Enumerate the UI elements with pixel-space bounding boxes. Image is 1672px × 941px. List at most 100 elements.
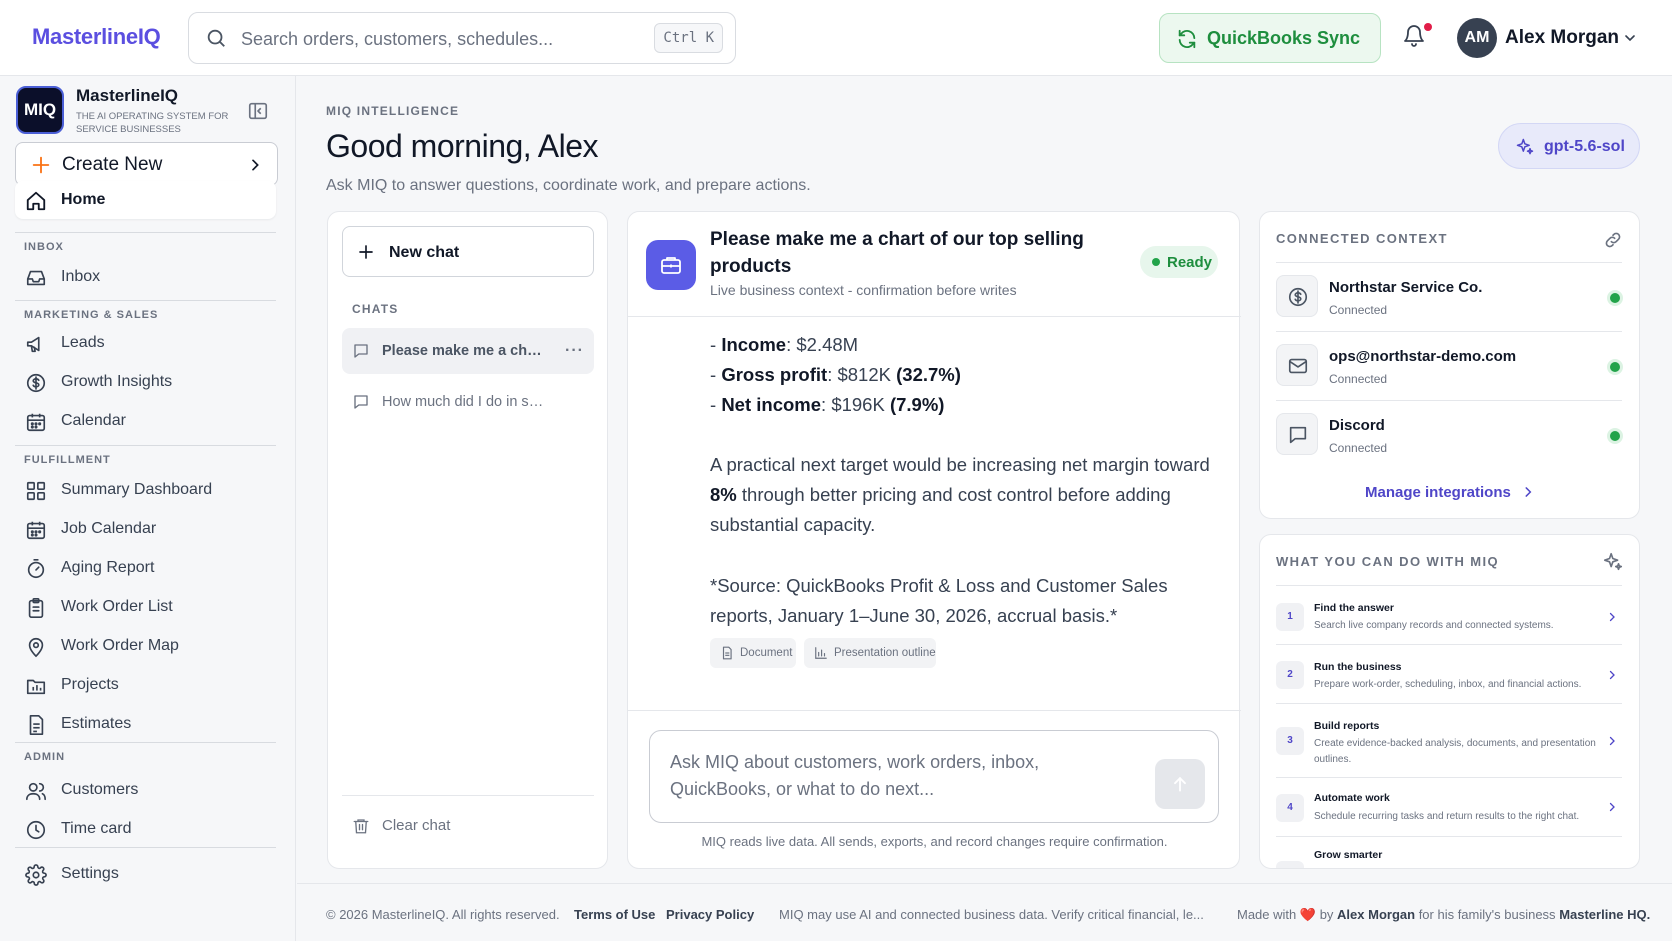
- stopwatch-icon: [25, 558, 47, 580]
- context-item-northstar[interactable]: Northstar Service Co. Connected: [1276, 262, 1622, 331]
- chat-list-item[interactable]: Please make me a chart of our top sellin…: [342, 328, 594, 374]
- calendar-icon: [25, 519, 47, 541]
- chevron-right-icon: [1606, 734, 1618, 748]
- sidebar-item-growth-insights[interactable]: Growth Insights: [15, 363, 276, 401]
- sidebar-item-label: Summary Dashboard: [61, 481, 213, 498]
- clock-icon: [25, 819, 47, 841]
- capabilities-heading: WHAT YOU CAN DO WITH MIQ: [1276, 554, 1500, 569]
- sidebar-item-label: Aging Report: [61, 559, 155, 576]
- sidebar: MIQ MasterlineIQ The AI operating system…: [0, 76, 296, 941]
- new-chat-button[interactable]: New chat: [342, 226, 594, 277]
- plus-icon: [30, 154, 52, 176]
- conversation-panel: Please make me a chart of our top sellin…: [627, 211, 1241, 869]
- sidebar-item-home[interactable]: Home: [15, 181, 276, 219]
- chat-title: Please make me a chart of our top sellin…: [382, 343, 547, 359]
- app-logo[interactable]: MasterlineIQ: [32, 24, 161, 50]
- clipboard-icon: [25, 597, 47, 619]
- divider: [342, 795, 594, 796]
- sidebar-item-calendar[interactable]: Calendar: [15, 402, 276, 440]
- attachment-label: Document: [740, 647, 793, 659]
- context-item-status: Connected: [1329, 372, 1388, 386]
- trash-icon: [352, 816, 370, 836]
- brand-logo[interactable]: MIQ: [16, 86, 64, 134]
- chevron-down-icon[interactable]: [1622, 30, 1638, 46]
- global-search-input[interactable]: Search orders, customers, schedules... C…: [188, 12, 736, 64]
- quickbooks-sync-button[interactable]: QuickBooks Sync: [1159, 13, 1381, 63]
- mail-icon: [1276, 344, 1318, 386]
- sidebar-item-label: Inbox: [61, 268, 101, 285]
- plus-icon: [357, 243, 375, 261]
- users-icon: [25, 780, 47, 802]
- capability-item[interactable]: 2 Run the business Prepare work-order, s…: [1276, 644, 1622, 703]
- attachment-presentation-outline[interactable]: Presentation outline: [804, 638, 936, 668]
- privacy-link[interactable]: Privacy Policy: [666, 907, 754, 922]
- sidebar-item-label: Work Order Map: [61, 637, 179, 654]
- notifications-bell-icon[interactable]: [1402, 23, 1426, 49]
- create-new-button[interactable]: Create New: [15, 142, 278, 186]
- context-item-status: Connected: [1329, 303, 1388, 317]
- message-paragraph: A practical next target would be increas…: [710, 450, 1210, 540]
- terms-link[interactable]: Terms of Use: [574, 907, 655, 922]
- context-item-discord[interactable]: Discord Connected: [1276, 400, 1622, 469]
- footer-ai-notice: MIQ may use AI and connected business da…: [779, 907, 1204, 922]
- divider: [628, 710, 1241, 711]
- attachment-document[interactable]: Document: [710, 638, 796, 668]
- sidebar-item-summary-dashboard[interactable]: Summary Dashboard: [15, 471, 276, 509]
- megaphone-icon: [25, 333, 47, 355]
- message-input-placeholder: Ask MIQ about customers, work orders, in…: [670, 752, 1040, 799]
- document-icon: [25, 714, 47, 736]
- capability-title: Automate work: [1314, 792, 1390, 804]
- capability-item[interactable]: 4 Automate work Schedule recurring tasks…: [1276, 777, 1622, 836]
- capability-number: 4: [1276, 794, 1304, 822]
- sidebar-item-customers[interactable]: Customers: [15, 771, 276, 809]
- message-input[interactable]: Ask MIQ about customers, work orders, in…: [649, 730, 1219, 823]
- status-label: Ready: [1167, 254, 1213, 271]
- map-pin-icon: [25, 636, 47, 658]
- chat-list-item[interactable]: How much did I do in sales this year?: [342, 379, 594, 425]
- sidebar-item-job-calendar[interactable]: Job Calendar: [15, 510, 276, 548]
- capability-title: Find the answer: [1314, 602, 1394, 614]
- sidebar-item-projects[interactable]: Projects: [15, 666, 276, 704]
- user-name[interactable]: Alex Morgan: [1505, 27, 1619, 49]
- connected-indicator: [1610, 362, 1620, 372]
- sidebar-item-label: Customers: [61, 781, 139, 798]
- clear-chat-label: Clear chat: [382, 817, 451, 834]
- more-options-icon[interactable]: ···: [565, 342, 584, 360]
- grid-icon: [25, 480, 47, 502]
- sidebar-item-work-order-list[interactable]: Work Order List: [15, 588, 276, 626]
- sidebar-item-label: Calendar: [61, 412, 126, 429]
- income-value: $2.48M: [796, 334, 859, 355]
- capability-item[interactable]: 1 Find the answer Search live company re…: [1276, 585, 1622, 644]
- create-new-label: Create New: [62, 154, 163, 175]
- gross-value: $812K: [837, 364, 891, 385]
- top-bar: MasterlineIQ Search orders, customers, s…: [0, 0, 1672, 76]
- sidebar-item-label: Projects: [61, 676, 119, 693]
- capability-item[interactable]: 5 Grow smarter: [1276, 836, 1622, 868]
- sidebar-item-work-order-map[interactable]: Work Order Map: [15, 627, 276, 665]
- sidebar-item-label: Settings: [61, 865, 119, 882]
- sidebar-item-leads[interactable]: Leads: [15, 324, 276, 362]
- model-selector-button[interactable]: gpt-5.6-sol: [1498, 123, 1640, 169]
- sidebar-item-settings[interactable]: Settings: [15, 855, 276, 893]
- send-button[interactable]: [1155, 759, 1205, 809]
- capability-title: Grow smarter: [1314, 849, 1383, 861]
- sidebar-item-inbox[interactable]: Inbox: [15, 258, 276, 296]
- nav-divider: [15, 742, 276, 743]
- user-avatar[interactable]: AM: [1457, 18, 1497, 58]
- capability-item[interactable]: 3 Build reports Create evidence-backed a…: [1276, 703, 1622, 777]
- link-icon[interactable]: [1603, 230, 1623, 250]
- capability-desc: Prepare work-order, scheduling, inbox, a…: [1314, 679, 1582, 690]
- context-item-name: Northstar Service Co.: [1329, 279, 1483, 296]
- brand-tagline: The AI operating system for service busi…: [76, 111, 229, 135]
- sidebar-item-label: Leads: [61, 334, 105, 351]
- manage-integrations-link[interactable]: Manage integrations: [1260, 483, 1640, 501]
- context-item-email[interactable]: ops@northstar-demo.com Connected: [1276, 331, 1622, 400]
- net-label: Net income: [721, 394, 822, 415]
- chat-title: How much did I do in sales this year?: [382, 394, 547, 410]
- capability-desc: Create evidence-backed analysis, documen…: [1314, 738, 1596, 765]
- sidebar-item-time-card[interactable]: Time card: [15, 810, 276, 848]
- sidebar-item-aging-report[interactable]: Aging Report: [15, 549, 276, 587]
- sidebar-item-estimates[interactable]: Estimates: [15, 705, 276, 743]
- collapse-sidebar-icon[interactable]: [247, 100, 269, 122]
- status-badge: Ready: [1140, 246, 1218, 278]
